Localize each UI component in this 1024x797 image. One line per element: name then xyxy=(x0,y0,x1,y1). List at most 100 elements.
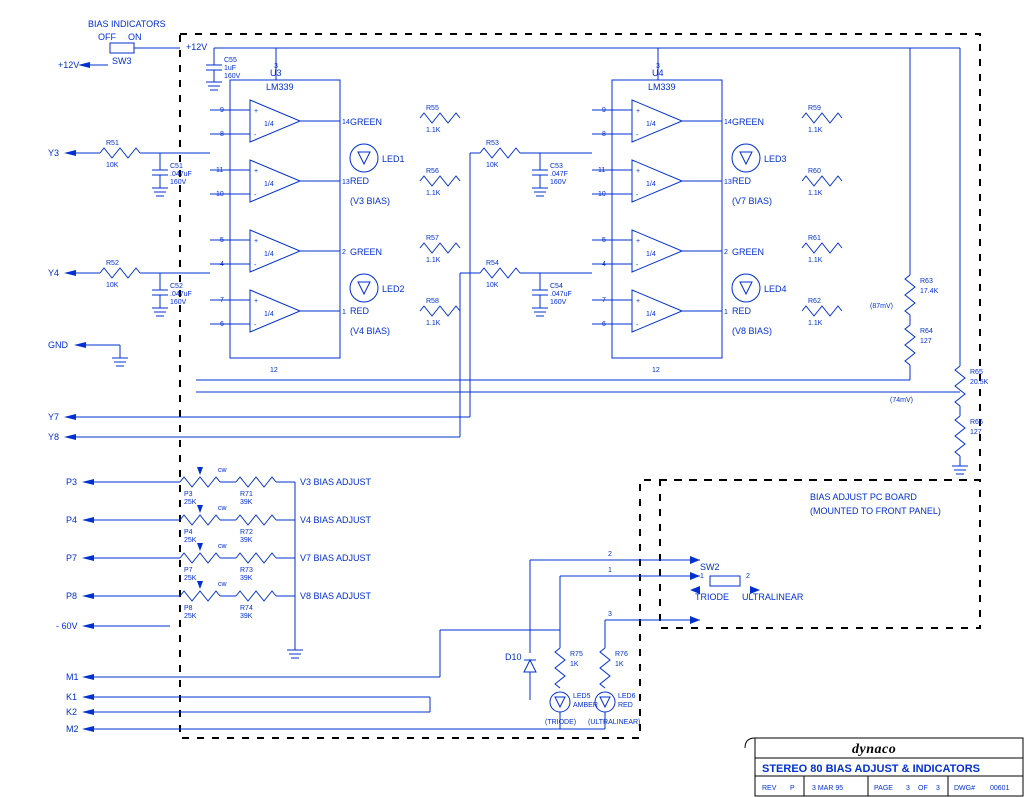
svg-text:-: - xyxy=(254,132,257,139)
svg-text:AMBER: AMBER xyxy=(573,702,598,709)
svg-text:10K: 10K xyxy=(486,282,499,289)
svg-text:127: 127 xyxy=(970,429,982,436)
svg-text:(ULTRALINEAR): (ULTRALINEAR) xyxy=(588,719,640,726)
svg-text:DWG#: DWG# xyxy=(954,785,975,792)
svg-text:C53: C53 xyxy=(550,163,563,170)
svg-text:160V: 160V xyxy=(550,299,567,306)
svg-text:R64: R64 xyxy=(920,328,933,335)
svg-text:C54: C54 xyxy=(550,283,563,290)
svg-text:cw: cw xyxy=(218,543,228,550)
svg-text:2: 2 xyxy=(746,573,750,580)
svg-text:(TRIODE): (TRIODE) xyxy=(545,719,576,726)
svg-text:17.4K: 17.4K xyxy=(920,288,939,295)
svg-text:(87mV): (87mV) xyxy=(870,303,893,310)
svg-text:1K: 1K xyxy=(615,661,624,668)
svg-text:.047uF: .047uF xyxy=(550,291,572,298)
sw3-off: OFF xyxy=(98,32,116,42)
svg-text:-: - xyxy=(636,192,639,199)
board-outline-upper xyxy=(180,34,980,738)
svg-text:- 60V: - 60V xyxy=(56,621,78,631)
svg-text:20.5K: 20.5K xyxy=(970,379,989,386)
svg-text:+: + xyxy=(636,168,640,175)
svg-text:1/4: 1/4 xyxy=(646,181,656,188)
svg-text:R65: R65 xyxy=(970,369,983,376)
ref-divider: R6317.4K R64127 R6520.5K R66127 xyxy=(905,275,989,474)
svg-text:160V: 160V xyxy=(224,73,241,80)
svg-text:-: - xyxy=(636,132,639,139)
svg-text:-: - xyxy=(254,322,257,329)
svg-text:LM339: LM339 xyxy=(648,82,676,92)
svg-text:P4: P4 xyxy=(184,529,193,536)
svg-text:10K: 10K xyxy=(486,162,499,169)
p12v-rail: +12V xyxy=(186,42,207,52)
svg-text:R71: R71 xyxy=(240,491,253,498)
mk-inputs: M1 K1 K2 M2 xyxy=(66,672,605,734)
svg-text:160V: 160V xyxy=(170,299,187,306)
svg-text:TRIODE: TRIODE xyxy=(695,592,729,602)
svg-text:R60: R60 xyxy=(808,168,821,175)
svg-text:1.1K: 1.1K xyxy=(808,190,823,197)
svg-text:R53: R53 xyxy=(486,140,499,147)
svg-text:00601: 00601 xyxy=(990,785,1010,792)
svg-text:RED: RED xyxy=(732,176,752,186)
svg-text:1.1K: 1.1K xyxy=(426,257,441,264)
svg-text:V4 BIAS ADJUST: V4 BIAS ADJUST xyxy=(300,515,372,525)
svg-text:3: 3 xyxy=(274,63,278,70)
svg-text:Y8: Y8 xyxy=(48,432,59,442)
svg-text:1: 1 xyxy=(700,573,704,580)
svg-text:1: 1 xyxy=(724,309,728,316)
svg-text:M1: M1 xyxy=(66,672,79,682)
u4-output-top: GREEN LED3 RED (V7 BIAS) R591.1K R601.1K xyxy=(732,105,842,206)
svg-text:R61: R61 xyxy=(808,235,821,242)
svg-text:P8: P8 xyxy=(66,591,77,601)
svg-text:3: 3 xyxy=(656,63,660,70)
svg-text:10K: 10K xyxy=(106,282,119,289)
board-outline-front-panel xyxy=(660,480,980,628)
svg-text:-: - xyxy=(254,262,257,269)
svg-text:R66: R66 xyxy=(970,419,983,426)
svg-text:P8: P8 xyxy=(184,605,193,612)
schematic-canvas: BIAS ADJUST PC BOARD (MOUNTED TO FRONT P… xyxy=(0,0,1024,797)
svg-text:2: 2 xyxy=(342,249,346,256)
svg-text:12: 12 xyxy=(652,367,660,374)
svg-text:RED: RED xyxy=(350,176,370,186)
svg-text:(V7 BIAS): (V7 BIAS) xyxy=(732,196,772,206)
svg-text:3 MAR 95: 3 MAR 95 xyxy=(812,785,843,792)
svg-text:3: 3 xyxy=(906,785,910,792)
svg-text:14: 14 xyxy=(724,119,732,126)
sw3-ref: SW3 xyxy=(112,56,132,66)
svg-text:39K: 39K xyxy=(240,575,253,582)
title-block: dynaco STEREO 80 BIAS ADJUST & INDICATOR… xyxy=(745,738,1023,796)
svg-text:R54: R54 xyxy=(486,260,499,267)
svg-text:P7: P7 xyxy=(66,553,77,563)
svg-text:25K: 25K xyxy=(184,499,197,506)
svg-text:LED3: LED3 xyxy=(764,154,787,164)
svg-text:C55: C55 xyxy=(224,57,237,64)
svg-text:1uF: 1uF xyxy=(224,65,236,72)
svg-text:13: 13 xyxy=(342,179,350,186)
svg-text:GREEN: GREEN xyxy=(350,117,382,127)
front-panel-sub: (MOUNTED TO FRONT PANEL) xyxy=(810,506,941,516)
svg-text:LED4: LED4 xyxy=(764,284,787,294)
sw2-wires: 1 2 3 xyxy=(530,551,700,653)
svg-text:127: 127 xyxy=(920,338,932,345)
svg-text:+: + xyxy=(636,108,640,115)
svg-text:P3: P3 xyxy=(184,491,193,498)
svg-text:Y4: Y4 xyxy=(48,268,59,278)
left-inputs: Y3 R51 10K C51 .047uF 160V Y4 R52 10K C5… xyxy=(48,140,210,366)
u3-block: U3 LM339 1/4 1/4 1/4 1/4 +- +- +- +- 9 8… xyxy=(210,63,350,374)
svg-text:13: 13 xyxy=(724,179,732,186)
switch-sw2: SW2 1 2 TRIODE ULTRALINEAR xyxy=(690,562,804,602)
svg-text:R73: R73 xyxy=(240,567,253,574)
svg-text:P7: P7 xyxy=(184,567,193,574)
svg-text:160V: 160V xyxy=(170,179,187,186)
svg-text:1/4: 1/4 xyxy=(646,121,656,128)
svg-text:25K: 25K xyxy=(184,575,197,582)
svg-text:1.1K: 1.1K xyxy=(426,320,441,327)
svg-text:LED6: LED6 xyxy=(618,693,636,700)
svg-text:2: 2 xyxy=(608,551,612,558)
svg-text:(V8 BIAS): (V8 BIAS) xyxy=(732,326,772,336)
svg-text:RED: RED xyxy=(350,306,370,316)
svg-text:R76: R76 xyxy=(615,651,628,658)
u3-output-bot: GREEN LED2 RED (V4 BIAS) R571.1K R581.1K xyxy=(350,235,460,336)
